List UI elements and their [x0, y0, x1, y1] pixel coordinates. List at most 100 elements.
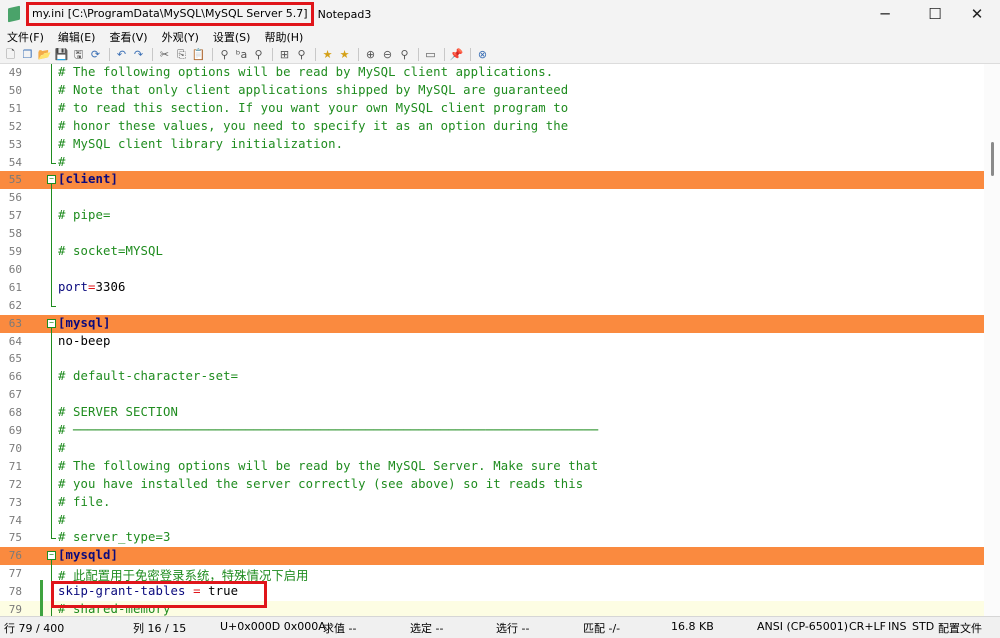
editor-line[interactable]: 52 # honor these values, you need to spec… — [0, 118, 984, 136]
menu-appearance[interactable]: 外观(Y) — [155, 29, 206, 45]
menu-settings[interactable]: 设置(S) — [206, 29, 258, 45]
redo-icon[interactable]: ↷ — [131, 48, 146, 62]
toolbar-separator — [212, 48, 213, 61]
add-favorite-icon[interactable]: ★ — [337, 48, 352, 62]
status-eol[interactable]: CR+LF — [849, 620, 886, 633]
exit-icon[interactable]: ⊗ — [475, 48, 490, 62]
editor-line[interactable]: 72 # you have installed the server correc… — [0, 476, 984, 494]
zoom-out-icon[interactable]: ⊖ — [380, 48, 395, 62]
editor-line[interactable]: 50 # Note that only client applications s… — [0, 82, 984, 100]
status-line[interactable]: 行 79 / 400 — [4, 620, 64, 636]
status-lexer[interactable]: 配置文件 — [938, 620, 982, 636]
editor-line[interactable]: 58 — [0, 225, 984, 243]
zoom-reset-icon[interactable]: ⚲ — [397, 48, 412, 62]
editor-line[interactable]: 66 # default-character-set= — [0, 368, 984, 386]
editor-line[interactable]: 55 [client] − — [0, 171, 984, 190]
notepad3-app-icon — [8, 5, 20, 23]
fold-toggle-icon[interactable]: − — [47, 175, 56, 185]
zoom-icon[interactable]: ⚲ — [294, 48, 309, 62]
close-button[interactable]: ✕ — [954, 0, 1000, 28]
line-number: 73 — [8, 495, 22, 509]
pin-icon[interactable]: 📌 — [449, 48, 464, 62]
toolbar-separator — [444, 48, 445, 61]
vertical-scrollbar-thumb[interactable] — [991, 142, 994, 176]
code-comment: # file. — [58, 494, 111, 509]
goto-icon[interactable]: ⚲ — [251, 48, 266, 62]
menu-help[interactable]: 帮助(H) — [257, 29, 310, 45]
line-number: 78 — [8, 585, 22, 599]
editor-line[interactable]: 51 # to read this section. If you want yo… — [0, 100, 984, 118]
line-number: 71 — [8, 459, 22, 473]
replace-icon[interactable]: ᵇa — [234, 48, 249, 62]
editor-line[interactable]: 76 [mysqld] − — [0, 547, 984, 566]
save-as-icon[interactable]: 🖫 — [71, 48, 86, 62]
reload-icon[interactable]: ⟳ — [88, 48, 103, 62]
editor-line[interactable]: 60 — [0, 261, 984, 279]
editor-line[interactable]: 54 # — [0, 154, 984, 172]
status-std[interactable]: STD — [912, 620, 934, 633]
line-number: 61 — [8, 280, 22, 294]
fold-toggle-icon[interactable]: − — [47, 318, 56, 328]
editor-line[interactable]: 56 — [0, 189, 984, 207]
status-ins[interactable]: INS — [888, 620, 906, 633]
line-number: 55 — [8, 173, 22, 187]
word-wrap-icon[interactable]: ⊞ — [277, 48, 292, 62]
line-number: 57 — [8, 209, 22, 223]
status-encoding[interactable]: ANSI (CP-65001) — [757, 620, 848, 633]
change-marker-bar — [40, 580, 43, 616]
fold-guide-line — [51, 327, 52, 539]
editor-line[interactable]: 70 # — [0, 440, 984, 458]
maximize-button[interactable]: ☐ — [912, 0, 958, 28]
editor-line[interactable]: 64 no-beep — [0, 333, 984, 351]
editor-line[interactable]: 65 — [0, 350, 984, 368]
menu-edit[interactable]: 编辑(E) — [51, 29, 103, 45]
line-number: 76 — [8, 549, 22, 563]
open-icon[interactable]: 📂 — [37, 48, 52, 62]
editor-line[interactable]: 69 # ────────────────────────────────────… — [0, 422, 984, 440]
editor-line[interactable]: 71 # The following options will be read b… — [0, 458, 984, 476]
editor-line[interactable]: 49 # The following options will be read b… — [0, 64, 984, 82]
find-icon[interactable]: ⚲ — [217, 48, 232, 62]
code-comment: # honor these values, you need to specif… — [58, 118, 569, 133]
line-number: 60 — [8, 262, 22, 276]
undo-icon[interactable]: ↶ — [114, 48, 129, 62]
save-icon[interactable]: 💾 — [54, 48, 69, 62]
editor-line[interactable]: 74 # — [0, 512, 984, 530]
menu-bar: 文件(F) 编辑(E) 查看(V) 外观(Y) 设置(S) 帮助(H) — [0, 28, 1000, 46]
status-column[interactable]: 列 16 / 15 — [133, 620, 186, 636]
editor-line[interactable]: 57 # pipe= — [0, 207, 984, 225]
editor-line[interactable]: 62 — [0, 297, 984, 315]
code-comment: # The following options will be read by … — [58, 458, 599, 473]
menu-file[interactable]: 文件(F) — [0, 29, 51, 45]
line-number: 50 — [8, 83, 22, 97]
paste-icon[interactable]: 📋 — [191, 48, 206, 62]
editor-line[interactable]: 63 [mysql] − — [0, 314, 984, 333]
toolbar-separator — [358, 48, 359, 61]
close-icon: ✕ — [970, 5, 984, 23]
new-icon[interactable]: 🗋 — [3, 48, 18, 62]
line-number: 72 — [8, 477, 22, 491]
copy-icon[interactable]: ⎘ — [174, 48, 189, 62]
vertical-scrollbar[interactable] — [984, 64, 1000, 616]
minimize-icon: ─ — [880, 5, 890, 23]
favorites-icon[interactable]: ★ — [320, 48, 335, 62]
editor-line[interactable]: 59 # socket=MYSQL — [0, 243, 984, 261]
editor-line[interactable]: 53 # MySQL client library initialization. — [0, 136, 984, 154]
editor-line[interactable]: 75 # server_type=3 — [0, 529, 984, 547]
editor-line[interactable]: 73 # file. — [0, 494, 984, 512]
status-match: 匹配 -/- — [583, 622, 621, 635]
editor-area[interactable]: 49 # The following options will be read b… — [0, 64, 1000, 616]
editor-line[interactable]: 67 — [0, 386, 984, 404]
menu-view[interactable]: 查看(V) — [102, 29, 154, 45]
open-window-icon[interactable]: ❐ — [20, 48, 35, 62]
fold-toggle-icon[interactable]: − — [47, 551, 56, 561]
code-comment: # — [58, 154, 66, 169]
editor-line[interactable]: 61 port=3306 — [0, 279, 984, 297]
minimize-button[interactable]: ─ — [862, 0, 908, 28]
editor-line[interactable]: 68 # SERVER SECTION — [0, 404, 984, 422]
screen-icon[interactable]: ▭ — [423, 48, 438, 62]
zoom-in-icon[interactable]: ⊕ — [363, 48, 378, 62]
cut-icon[interactable]: ✂ — [157, 48, 172, 62]
line-number: 67 — [8, 388, 22, 402]
line-number: 70 — [8, 441, 22, 455]
